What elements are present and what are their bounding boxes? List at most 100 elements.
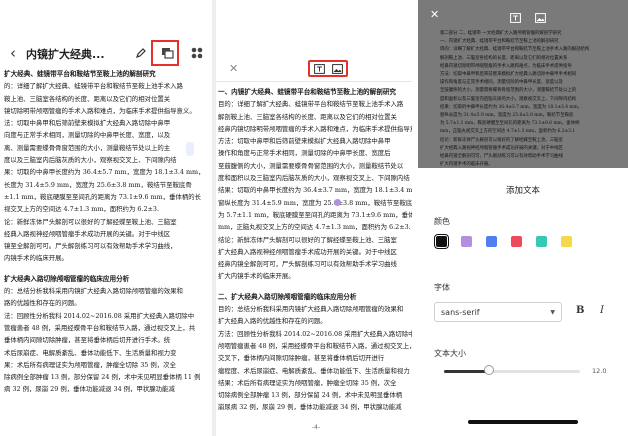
text-line: 为 5.7±1.1 mm，鞍底硬膜至至间孔的距离为 73.1±9.6 mm，垂体… (218, 210, 412, 219)
edit-toolbar (308, 60, 348, 77)
text-line: 内镜手术的临床开展。 (4, 254, 68, 263)
image-icon[interactable] (535, 8, 546, 27)
slider-fill (444, 370, 489, 373)
section-heading: 二、扩大经典入路切除颅咽管瘤的临床应用分析 (218, 292, 357, 301)
text-line: 长度为 31.4±5.9 mm，宽度为 25.6±3.8 mm，鞍结节至鞍底骨 (4, 180, 192, 189)
section-heading: 一、内镜扩大经典、蛙镜带平台和鞍结节至鞍上池的解剖研究 (440, 39, 559, 45)
text-line: mm，正脑丸视交叉上方的空间达 4.7±1.3 mm，面积约为 6.2±3.1 (440, 129, 576, 135)
toolbar-divider (216, 81, 412, 82)
text-line: 法：回顾性分析我科 2014.02~2016.08 采用扩大经典入路切除中 (4, 311, 195, 320)
text-line: 经鼻内镜切除明带颅咽管瘤的手术入路和难点，为临床手术提供指导意义。 (218, 124, 412, 133)
text-line: 操作和角度与正常手术相同，测量切除的中鼻甲长度、宽度后 (218, 149, 391, 158)
highlight-box (151, 40, 179, 66)
color-swatch-teal[interactable] (536, 236, 547, 247)
chevron-left-icon[interactable]: ‹ (10, 44, 16, 62)
add-text-panel: ✕ 第二部分 二、蛙镜带 一文经典扩大入路颅咽管瘤的解剖学研究 一、内镜扩大经典、… (418, 0, 628, 436)
close-icon[interactable]: ✕ (229, 62, 238, 75)
grid-icon[interactable] (188, 44, 206, 62)
text-line: 的：详细了解扩大经典、蛙镜带平台和鞍结节至鞍上池手术入路 (4, 82, 183, 91)
image-icon[interactable] (331, 59, 343, 78)
text-line: 度以及三脑室内后脑灰质的大小，观察视交叉上、下间隙内结 (4, 156, 177, 165)
text-line: 路的优越性和存在的问题。 (4, 299, 81, 308)
document-title: 内镜扩大经典... (26, 48, 105, 61)
section-heading: 一、内镜扩大经典、蛙镜带平台和鞍结节至鞍上池的解剖研究 (218, 88, 397, 96)
text-line: 至鼓腹侧的大小，测量需要蝶骨骨窗范围的大小，测量鞍结节处以 (218, 161, 404, 170)
text-line: ±1.1 mm，鞍底硬膜至至间孔的距离为 73.1±9.6 mm，垂体柄的长 (4, 192, 202, 201)
color-swatch-yellow[interactable] (561, 236, 572, 247)
text-line: 镜至全解剖可可。尸头解剖练习可以有效帮助手术学习曲线， (4, 242, 177, 251)
text-line: 垂体柄内间隙切除肿瘤，甚至将垂体柄后切开进行手术。统 (4, 336, 171, 345)
text-line: 法：切取中鼻甲和后筛前壁来模拟扩大经典入路切除中鼻甲 (4, 119, 171, 128)
add-text-sheet: 添加文本 颜色 字体 sans-serif ▼ B I 文本大小 12.0 (418, 168, 628, 436)
pencil-icon[interactable] (132, 44, 150, 62)
section-heading: 扩大经典、蛙镜带平台和鞍结节至鞍上池的解剖研究 (4, 70, 156, 78)
text-line: 术后尿崩症、电解质紊乱、垂体功能低下、生活质量和视力变 (4, 348, 177, 357)
color-swatch-red[interactable] (511, 236, 522, 247)
text-line: 经鼻内镜全解剖可可，尸头解剖练习可以有效帮助手术学习曲线 (218, 260, 397, 269)
text-line: 扩大经典入路的优越性和存在的问题。 (218, 317, 327, 326)
text-line: 论：新鲜冻体尸头解剖可以很好的了解经蝶至鞍上池、三脑室 (4, 217, 177, 226)
text-line: 视交叉上方的空间达 4.7±1.3 mm，面积约为 6.2±3. (4, 205, 159, 214)
section-heading: 第二部分 二、蛙镜带 一文经典扩大入路颅咽管瘤的解剖学研究 (440, 31, 562, 36)
text-box-icon[interactable] (313, 59, 325, 78)
text-line: 结果：切取的中鼻甲长度约为 36.4±3.7 mm，宽度为 18.1±3.4 m… (218, 186, 412, 195)
text-size-slider[interactable] (444, 370, 580, 373)
text-line: 瘤程度、术后尿崩症、电解质紊乱、垂体功能低下、生活质量和视力 (218, 366, 410, 375)
document-page: 扩大经典、蛙镜带平台和鞍结节至鞍上池的解剖研究的：详细了解扩大经典、蛙镜带平台和… (4, 68, 212, 396)
text-line: 结果：术后所有病理证实为颅咽管瘤，肿瘤全切除 35 例，次全 (218, 378, 397, 387)
text-line: 结果：切取的中鼻甲长度约为 36.4±3.7 mm，宽度为 18.1±3.4 m… (440, 104, 583, 110)
text-line: 为 5.7±1.1 mm，鞍底硬膜至至间孔的距离为 73.1±9.6 mm，垂体… (440, 121, 580, 127)
text-line: 解剖鞍上池、三脑室各结构的长度、距离以及它们的相对位置关系 (440, 55, 568, 61)
text-line: 解剖鞍上池、三脑室各结构的长度、距离以及它们的相对位置关 (218, 112, 397, 121)
text-line: 扩大经典入路视神经颅咽管瘤手术成功开展的关键。对于中线区 (218, 247, 397, 256)
scroll-thumb[interactable] (186, 142, 194, 156)
text-line: 目的：详细了解扩大经典、蛙镜带平台和鞍结节至鞍上池手术入路 (218, 100, 404, 109)
close-icon[interactable]: ✕ (430, 8, 439, 21)
text-line: 扩大经典入路视神经颅咽管瘤手术成功开展的关键。对于中线区 (440, 145, 563, 151)
color-label: 颜色 (434, 217, 450, 226)
text-line: 方法：切取中鼻甲和后筛前壁来模拟扩大经典入路切除中鼻甲手术相同 (440, 72, 577, 78)
section-heading: 扩大经典入路切除颅咽管瘤的临床应用分析 (4, 274, 130, 283)
slider-knob[interactable] (483, 365, 494, 375)
text-line: 管瘤患者 48 例，采用经蝶骨平台和鞍结节入路，通过视交叉上，共 (4, 323, 196, 332)
home-indicator (468, 420, 578, 424)
color-swatch-blue[interactable] (486, 236, 497, 247)
text-line: 结论：新鲜冻体尸头解剖可以很好的了解经蝶至鞍上池、三脑室 (440, 137, 563, 143)
text-size-label: 文本大小 (434, 349, 466, 358)
text-line: 方法：回顾性分析我科 2014.02~2016.08 采用扩大经典入路切除中 (218, 329, 412, 338)
text-line: 离、测量需要蝶骨骨窗范围的大小，测量鞍结节处以上的主 (4, 143, 171, 152)
text-line: 经典入路视神经颅咽管瘤手术成功开展的关键。对于中线区 (4, 229, 171, 238)
cursor-marker[interactable] (334, 199, 341, 206)
text-line: 镜切除明带颅咽管瘤的手术入路和难点，为临床手术提供指导意义。 (4, 106, 196, 115)
font-label: 字体 (434, 283, 450, 292)
color-swatch-purple[interactable] (461, 236, 472, 247)
text-line: 除病例全部肿瘤 13 例，部分保留 24 例，术中未见明显垂体柄 11 例 (4, 373, 201, 382)
text-line: 果：切取的中鼻甲长度约为 36.4±5.7 mm，宽度为 18.1±3.4 mm… (4, 168, 205, 177)
text-line: 结论：新鲜冻体尸头解剖可以很好的了解经蝶至鞍上池、三脑室 (218, 235, 397, 244)
text-line: 至鼓腹侧的大小，测量需要蝶骨骨窗范围的大小，测量鞍结节处以上的 (440, 88, 577, 94)
bold-button[interactable]: B (576, 305, 584, 316)
text-line: 窗纵长度为 31.4±5.9 mm，宽度为 25.6±3.8 mm，鞍结节至鞍底 (218, 198, 412, 207)
text-line: 向度与正常手术相同，测量切除的中鼻甲长度、宽度，以及 (4, 131, 171, 140)
reader-view-panel: ‹ 内镜扩大经典... 扩大经典、蛙镜带平台和鞍结节至鞍上池的解剖研究的：详细了… (0, 0, 212, 436)
text-box-icon[interactable] (510, 8, 521, 27)
text-line: 的：总结分析我科采用内镜扩大经典入路切除颅咽管瘤的效果和 (4, 287, 183, 296)
page-number: -4- (312, 424, 321, 431)
color-swatches (433, 233, 572, 250)
reader-toolbar: ‹ 内镜扩大经典... (0, 40, 212, 66)
caret-down-icon: ▼ (550, 309, 555, 316)
text-size-value: 12.0 (592, 367, 607, 375)
italic-button[interactable]: I (600, 305, 604, 316)
text-line: 目的：详细了解扩大经典、蛙镜带平台和鞍结节至鞍上池手术入路的解剖结构 (440, 47, 590, 53)
font-select-value: sans-serif (441, 308, 480, 317)
font-select[interactable]: sans-serif ▼ (434, 302, 562, 322)
text-line: 目的：总结分析我科采用内镜扩大经典入路切除颅咽管瘤的效果和 (218, 305, 404, 314)
text-line: 度和面积以及三脑室内后脑灰质的大小，观察视交叉上、下间隙内结构 (440, 96, 577, 102)
dimmed-document: ✕ 第二部分 二、蛙镜带 一文经典扩大入路颅咽管瘤的解剖学研究 一、内镜扩大经典、… (418, 0, 628, 168)
text-line: 经鼻内镜切除明带颅咽管瘤的手术入路和难点，为临床手术提供指导 (440, 63, 572, 69)
color-swatch-black[interactable] (433, 233, 450, 250)
text-line: 度和面积以及三脑室内后脑灰质的大小，观察视交叉上、下间隙内结 (218, 174, 410, 183)
text-line: 扩大内镜手术的临床开展。 (440, 162, 493, 168)
text-line: 鞍上池、三脑室各结构的长度、距离以及它们的相对位置关 (4, 94, 171, 103)
